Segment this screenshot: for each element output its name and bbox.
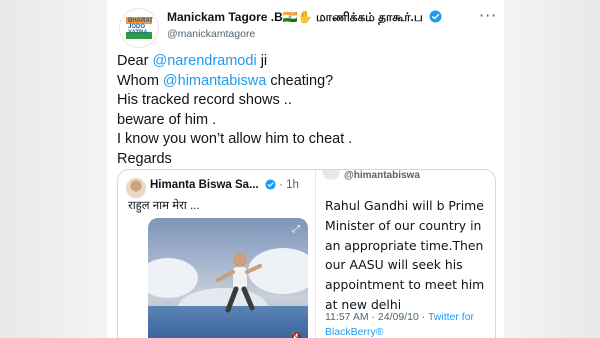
quoted-avatar[interactable] xyxy=(126,178,146,198)
quoted-text: राहुल नाम मेरा ... xyxy=(128,200,200,212)
verified-badge-icon xyxy=(429,10,442,23)
embedded-handle: @himantabiswa xyxy=(344,170,420,181)
embedded-text: Rahul Gandhi will b Prime Minister of ou… xyxy=(325,198,485,312)
quoted-time: 1h xyxy=(286,179,299,191)
embedded-meta: 11:57 AM · 24/09/10 · Twitter for BlackB… xyxy=(325,310,495,338)
tweet-line-4: beware of him . xyxy=(117,111,217,128)
tweet-line-2: Whom @himantabiswa cheating? xyxy=(117,72,334,89)
background-left xyxy=(0,0,107,338)
tweet-text: Dear @narendramodi ji Whom @himantabiswa… xyxy=(117,52,497,170)
mention-narendramodi[interactable]: @narendramodi xyxy=(152,53,256,69)
embedded-avatar xyxy=(322,170,340,180)
embedded-timestamp: 11:57 AM · 24/09/10 · xyxy=(325,311,428,323)
quoted-tweet[interactable]: Himanta Biswa Sa... · 1h राहुल नाम मेरा … xyxy=(117,169,496,338)
author-name[interactable]: Manickam Tagore .B🇮🇳✋ மாணிக்கம் தாகூர்.ப xyxy=(167,10,442,26)
mention-himantabiswa[interactable]: @himantabiswa xyxy=(163,73,266,89)
expand-icon[interactable]: ⤢ xyxy=(292,224,300,235)
quoted-media-video[interactable]: ⤢ 🔇 xyxy=(148,218,308,338)
cartoon-figure xyxy=(216,253,262,313)
more-horizontal-icon[interactable]: ··· xyxy=(479,6,497,25)
tweet-card[interactable]: BHARAT JODO YATRA Manickam Tagore .B🇮🇳✋ … xyxy=(107,0,504,338)
avatar-logo-text: BHARAT JODO YATRA xyxy=(128,18,153,36)
avatar[interactable]: BHARAT JODO YATRA xyxy=(119,8,159,48)
tweet-line-5: I know you won’t allow him to cheat . xyxy=(117,131,353,148)
tweet-line-3: His tracked record shows .. xyxy=(117,92,292,109)
background-right xyxy=(504,0,600,338)
author-name-text: Manickam Tagore .B🇮🇳✋ மாணிக்கம் தாகூர்.ப xyxy=(167,10,423,24)
quoted-author[interactable]: Himanta Biswa Sa... · 1h xyxy=(150,179,299,191)
author-handle[interactable]: @manickamtagore xyxy=(167,28,255,40)
tweet-line-1: Dear @narendramodi ji xyxy=(117,53,268,69)
mute-icon[interactable]: 🔇 xyxy=(290,332,302,338)
embedded-old-tweet: @himantabiswa Rahul Gandhi will b Prime … xyxy=(315,170,495,338)
verified-badge-icon xyxy=(265,179,276,190)
tweet-line-6: Regards xyxy=(117,150,172,167)
